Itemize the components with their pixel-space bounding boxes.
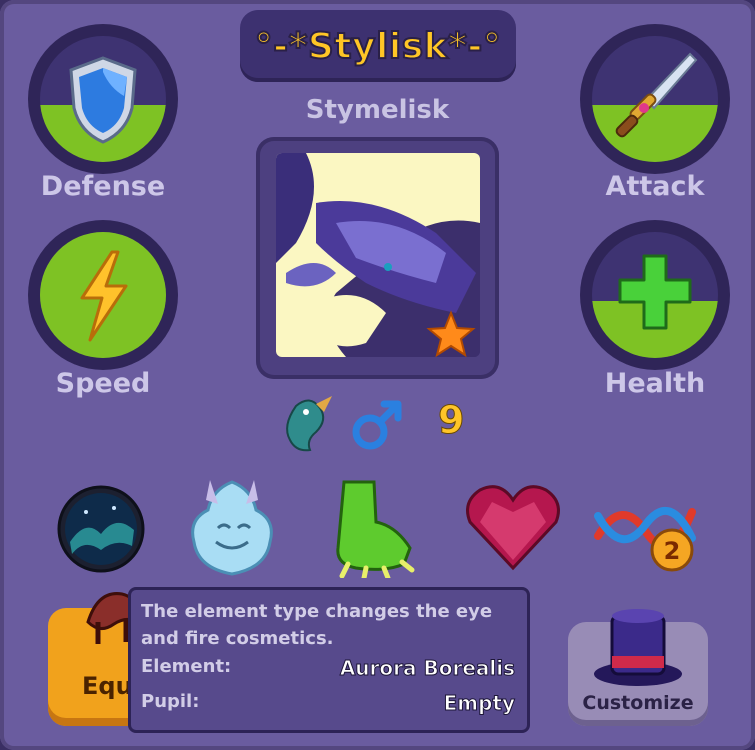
pet-level: 9 [437, 398, 465, 443]
stat-speed-circle[interactable] [28, 220, 178, 370]
pupil-value: Empty [443, 691, 515, 716]
pet-portrait[interactable] [276, 153, 480, 357]
fluffy-dragon-head-icon[interactable] [176, 470, 288, 582]
stat-speed-label: Speed [55, 368, 151, 399]
customize-button-label: Customize [582, 692, 694, 714]
element-label: Element: [141, 656, 232, 677]
pet-name-plate[interactable]: °-*Stylisk*-° [240, 10, 516, 82]
top-hat-icon [594, 609, 682, 686]
stat-attack-label: Attack [605, 171, 705, 202]
tooltip-element-row: Element: Aurora Borealis [141, 656, 516, 681]
shield-icon [69, 56, 137, 144]
sword-icon [615, 52, 698, 138]
stat-health-label: Health [604, 368, 706, 399]
green-claw-icon[interactable] [326, 478, 418, 578]
lightning-icon [80, 250, 128, 342]
pet-nickname: °-*Stylisk*-° [254, 25, 502, 68]
stymelisk-dragon-image [276, 153, 480, 357]
pet-info-panel: °-*Stylisk*-° Stymelisk Defense Attack S… [0, 0, 755, 750]
element-tooltip: The element type changes the eye and fir… [128, 587, 530, 733]
water-dragon-icon [286, 396, 332, 452]
tooltip-pupil-row: Pupil: Empty [141, 691, 516, 716]
dna-count-badge: 2 [664, 537, 681, 565]
plus-icon [618, 254, 692, 330]
tooltip-description: The element type changes the eye and fir… [141, 601, 493, 649]
pupil-label: Pupil: [141, 691, 200, 712]
customize-button[interactable]: Customize [568, 609, 708, 726]
male-symbol-icon [352, 400, 402, 450]
stat-defense-label: Defense [40, 171, 166, 202]
aurora-orb-icon[interactable] [56, 484, 146, 574]
stat-attack-circle[interactable] [580, 24, 730, 174]
stat-defense-circle[interactable] [28, 24, 178, 174]
equip-button-label: Equ [82, 672, 133, 700]
dna-icon[interactable]: 2 [592, 488, 704, 580]
element-value: Aurora Borealis [339, 656, 515, 681]
stat-health-circle[interactable] [580, 220, 730, 370]
ruby-heart-icon[interactable] [462, 480, 564, 572]
